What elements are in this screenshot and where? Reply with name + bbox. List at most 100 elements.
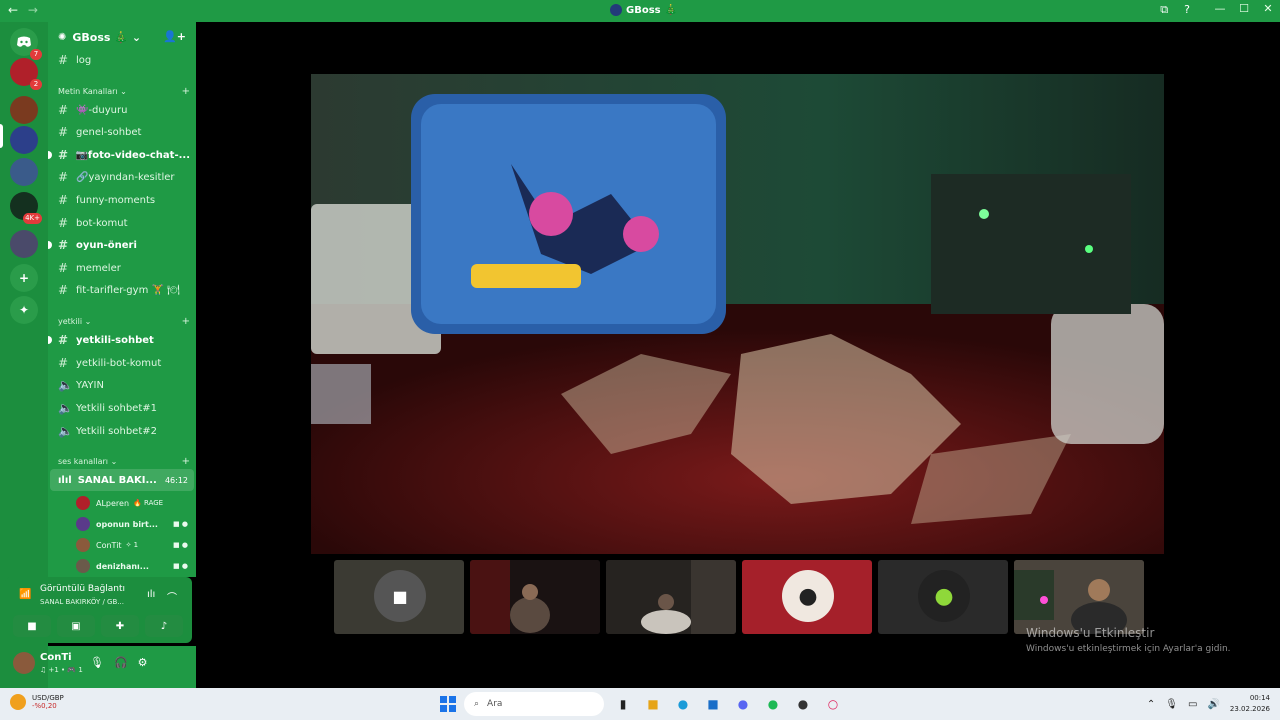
server-icon-1[interactable]: 2: [10, 58, 42, 90]
channel-duyuru[interactable]: # 👾-duyuru: [58, 100, 190, 120]
watermark-subtitle: Windows'u etkinleştirmek için Ayarlar'a …: [1026, 644, 1231, 654]
server-icon-3[interactable]: [10, 158, 38, 186]
channel-genel-sohbet[interactable]: # genel-sohbet: [58, 122, 190, 142]
store-icon[interactable]: ■: [702, 693, 724, 715]
noise-suppression-icon[interactable]: ılı: [147, 589, 155, 600]
app-icon[interactable]: ●: [792, 693, 814, 715]
channel-fit-tarifler-gym[interactable]: # fit-tarifler-gym 🏋 🍽: [58, 280, 190, 300]
participant-tile[interactable]: ●: [742, 560, 872, 634]
voice-user[interactable]: oponun birt... ■ ●: [76, 515, 192, 533]
windows-start-icon[interactable]: [440, 696, 456, 712]
server-icon-4[interactable]: 4K+: [10, 192, 42, 224]
participant-tile[interactable]: ●: [878, 560, 1008, 634]
add-channel-icon[interactable]: +: [182, 316, 190, 327]
discord-home-icon[interactable]: 7: [10, 28, 42, 60]
channel-yetkili-sohbet[interactable]: # yetkili-sohbet: [58, 330, 190, 350]
chevron-up-icon[interactable]: ⌃: [1147, 699, 1155, 710]
channel-yetkili-bot-komut[interactable]: # yetkili-bot-komut: [58, 353, 190, 373]
widget-icon: [10, 694, 26, 710]
stock-widget[interactable]: USD/GBP -%0,20: [10, 694, 64, 710]
spotify-icon[interactable]: ●: [762, 693, 784, 715]
hash-icon: #: [58, 125, 69, 139]
channel-oyun-oneri[interactable]: # oyun-öneri: [58, 235, 190, 255]
network-icon[interactable]: ▭: [1188, 699, 1197, 710]
unread-indicator: [48, 151, 52, 159]
voice-user[interactable]: denizhanı... ■ ●: [76, 557, 192, 575]
server-icon-gboss[interactable]: [10, 126, 38, 154]
channel-yayin[interactable]: 🔈 YAYIN: [58, 375, 190, 395]
avatar: [76, 496, 90, 510]
channel-foto-video-chat[interactable]: # 📷foto-video-chat-...: [58, 145, 190, 165]
video-camera-icon: ■: [374, 570, 426, 622]
explore-compass-icon[interactable]: ✦: [10, 296, 38, 324]
notification-badge: 4K+: [23, 213, 42, 224]
channel-memeler[interactable]: # memeler: [58, 258, 190, 278]
voice-user[interactable]: ConTit ✧ 1 ■ ●: [76, 536, 192, 554]
avatar[interactable]: [13, 652, 35, 674]
channel-yayindan-kesitler[interactable]: # 🔗yayından-kesitler: [58, 167, 190, 187]
file-explorer-icon[interactable]: ■: [642, 693, 664, 715]
voice-status[interactable]: Görüntülü Bağlantı: [40, 584, 125, 594]
activities-button[interactable]: ✚: [101, 615, 139, 637]
category-yetkili[interactable]: yetkili ⌄ +: [58, 314, 190, 328]
headset-icon[interactable]: 🎧: [114, 656, 128, 669]
channel-label: oyun-öneri: [76, 239, 137, 251]
minimize-button[interactable]: —: [1208, 2, 1232, 15]
invite-user-icon[interactable]: 👤+: [163, 30, 186, 43]
add-server-icon[interactable]: +: [10, 264, 38, 292]
add-channel-icon[interactable]: +: [182, 86, 190, 97]
channel-label: funny-moments: [76, 194, 156, 206]
clock[interactable]: 00:14 23.02.2026: [1230, 693, 1270, 715]
participant-tile[interactable]: [606, 560, 736, 634]
user-name[interactable]: ConTi: [40, 652, 72, 663]
channel-yetkili-sohbet-2[interactable]: 🔈 Yetkili sohbet#2: [58, 421, 190, 441]
add-channel-icon[interactable]: +: [182, 456, 190, 467]
close-button[interactable]: ✕: [1256, 2, 1280, 15]
category-voice[interactable]: ses kanalları ⌄ +: [58, 454, 190, 468]
volume-icon[interactable]: 🔊: [1207, 699, 1219, 710]
server-icon-2[interactable]: [10, 96, 38, 124]
notification-badge: 7: [30, 49, 42, 60]
server-folder-icon[interactable]: [10, 230, 38, 258]
channel-label: Yetkili sohbet#2: [76, 425, 157, 437]
taskbar-search[interactable]: ⌕ Ara: [464, 692, 604, 716]
inbox-icon[interactable]: ⧉: [1160, 3, 1168, 17]
help-icon[interactable]: ?: [1184, 3, 1190, 17]
participant-tile[interactable]: [470, 560, 600, 634]
channel-funny-moments[interactable]: # funny-moments: [58, 190, 190, 210]
participant-tile[interactable]: [1014, 560, 1144, 634]
maximize-button[interactable]: ☐: [1232, 2, 1256, 15]
forward-arrow-icon[interactable]: →: [28, 3, 38, 17]
microphone-icon[interactable]: 🎙: [90, 656, 104, 669]
opera-icon[interactable]: ○: [822, 693, 844, 715]
channel-log[interactable]: # log: [58, 50, 190, 70]
avatar: ●: [782, 570, 834, 622]
screen-share-button[interactable]: ▣: [57, 615, 95, 637]
channel-label: YAYIN: [76, 379, 104, 391]
server-header[interactable]: ✺ GBoss 🎄 ⌄ 👤+: [48, 22, 196, 52]
microphone-icon[interactable]: 🎙: [1165, 699, 1178, 710]
notification-badge: 2: [30, 79, 42, 90]
hash-icon: #: [58, 170, 69, 184]
main-video-stream[interactable]: [311, 74, 1164, 554]
edge-icon[interactable]: ●: [672, 693, 694, 715]
voice-waveform-icon: ılıl: [58, 474, 72, 486]
disconnect-icon[interactable]: ⌒: [167, 589, 177, 604]
settings-gear-icon[interactable]: ⚙: [138, 656, 148, 669]
voice-channel-active[interactable]: ılıl SANAL BAKI... 46:12: [50, 469, 194, 491]
channel-yetkili-sohbet-1[interactable]: 🔈 Yetkili sohbet#1: [58, 398, 190, 418]
camera-icon: ■ ●: [173, 562, 188, 570]
channel-bot-komut[interactable]: # bot-komut: [58, 213, 190, 233]
task-view-icon[interactable]: ▮: [612, 693, 634, 715]
discord-icon[interactable]: ●: [732, 693, 754, 715]
voice-user[interactable]: ALperen 🔥 RAGE: [76, 494, 192, 512]
participant-tile[interactable]: ■: [334, 560, 464, 634]
back-arrow-icon[interactable]: ←: [8, 3, 18, 17]
voice-channel-path[interactable]: SANAL BAKIRKÖY / GB...: [40, 598, 124, 606]
channel-label: log: [76, 54, 92, 66]
channel-label: memeler: [76, 262, 121, 274]
camera-button[interactable]: ■: [13, 615, 51, 637]
signal-icon[interactable]: 📶: [19, 589, 31, 600]
soundboard-button[interactable]: ♪: [145, 615, 183, 637]
category-text-channels[interactable]: Metin Kanalları ⌄ +: [58, 84, 190, 98]
